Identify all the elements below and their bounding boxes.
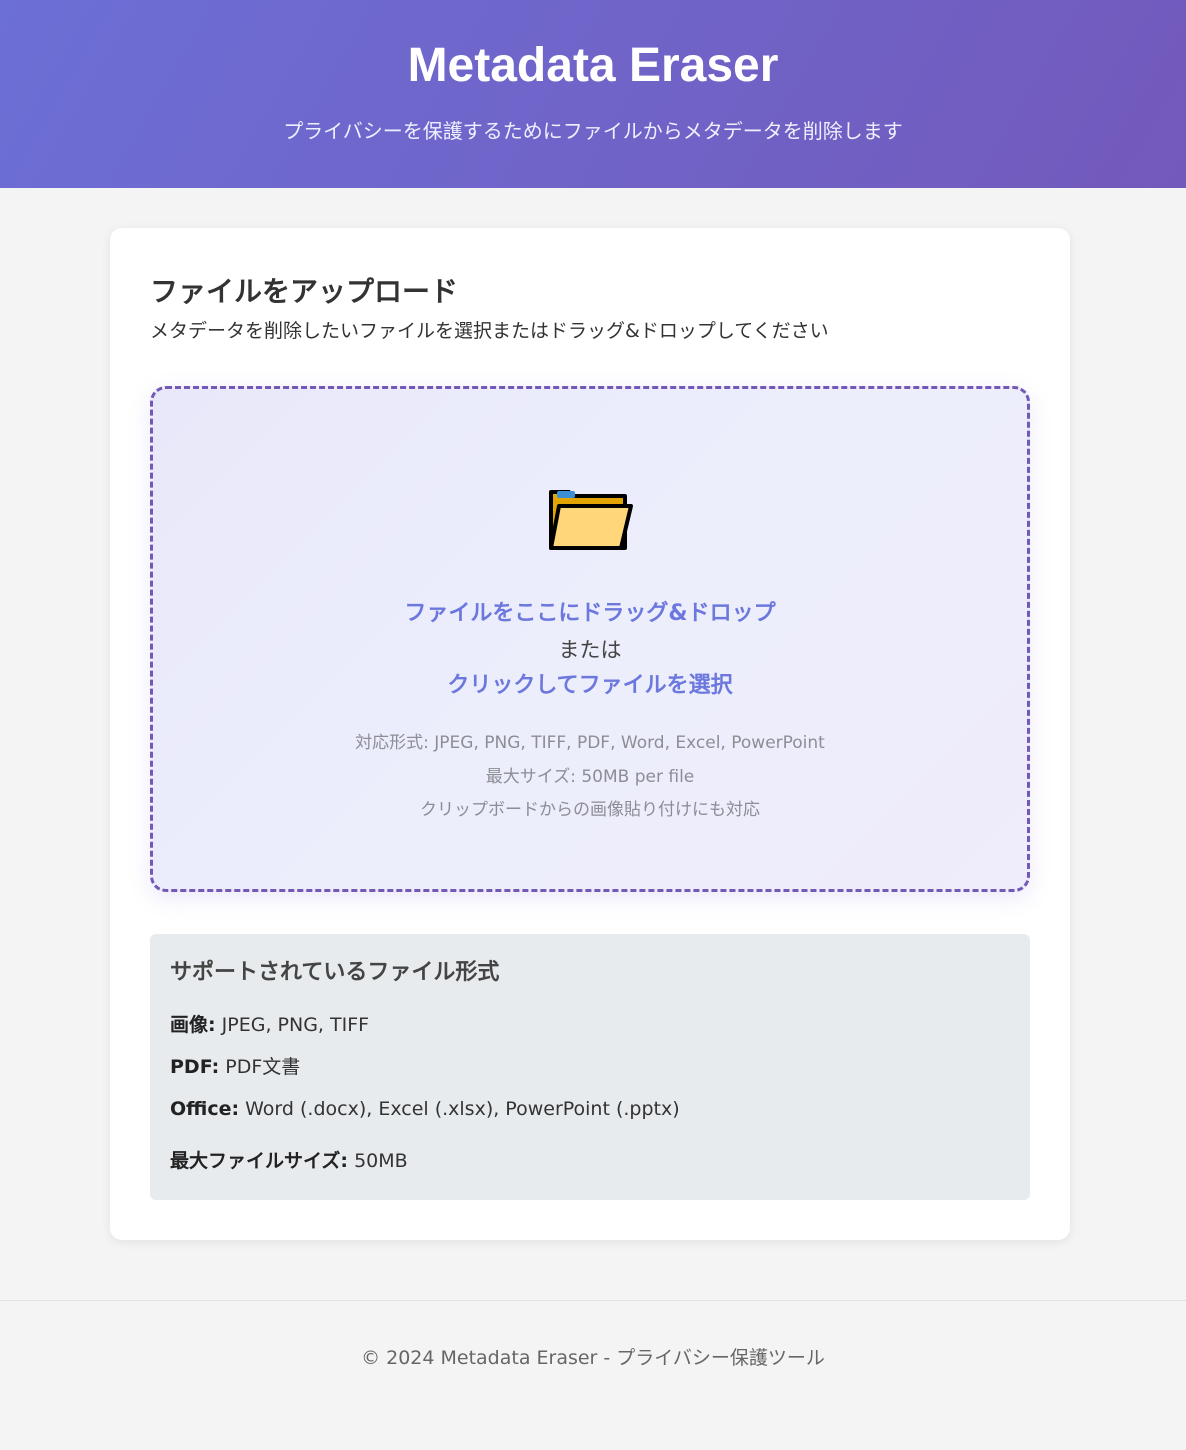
select-file-link[interactable]: クリックしてファイルを選択 [153,671,1027,701]
format-label: 画像: [170,1014,216,1036]
upload-card: ファイルをアップロード メタデータを削除したいファイルを選択またはドラッグ&ドロ… [110,228,1070,1240]
folder-icon [549,490,633,550]
upload-description: メタデータを削除したいファイルを選択またはドラッグ&ドロップしてください [150,320,829,342]
app-title: Metadata Eraser [407,39,779,92]
footer-text: © 2024 Metadata Eraser - プライバシー保護ツール [361,1347,825,1369]
max-size-value: 50MB [348,1150,408,1172]
format-row-pdf: PDF: PDF文書 [170,1054,1010,1080]
format-value: Word (.docx), Excel (.xlsx), PowerPoint … [239,1098,680,1120]
dropzone-drag-text: ファイルをここにドラッグ&ドロップ [404,601,776,626]
dropzone-or-text: または [558,638,622,662]
clipboard-note: クリップボードからの画像貼り付けにも対応 [420,800,760,820]
page-header: Metadata Eraser プライバシーを保護するためにファイルからメタデー… [0,0,1186,188]
format-value: JPEG, PNG, TIFF [215,1014,370,1036]
max-size-note: 最大サイズ: 50MB per file [485,767,695,787]
app-subtitle: プライバシーを保護するためにファイルからメタデータを削除します [283,119,903,143]
max-size-label: 最大ファイルサイズ: [170,1150,349,1172]
supported-formats-note: 対応形式: JPEG, PNG, TIFF, PDF, Word, Excel,… [355,733,825,753]
format-row-images: 画像: JPEG, PNG, TIFF [170,1012,1010,1038]
format-label: Office: [170,1098,240,1120]
supported-formats-heading: サポートされているファイル形式 [170,960,500,985]
format-label: PDF: [170,1056,220,1078]
file-dropzone[interactable]: ファイルをここにドラッグ&ドロップ または クリックしてファイルを選択 対応形式… [150,386,1030,892]
format-row-office: Office: Word (.docx), Excel (.xlsx), Pow… [170,1096,1010,1122]
upload-heading: ファイルをアップロード [150,275,459,308]
supported-formats-panel: サポートされているファイル形式 画像: JPEG, PNG, TIFF PDF:… [150,934,1030,1200]
page-footer: © 2024 Metadata Eraser - プライバシー保護ツール [0,1300,1186,1450]
format-value: PDF文書 [219,1056,301,1078]
max-file-size-row: 最大ファイルサイズ: 50MB [170,1148,1010,1174]
